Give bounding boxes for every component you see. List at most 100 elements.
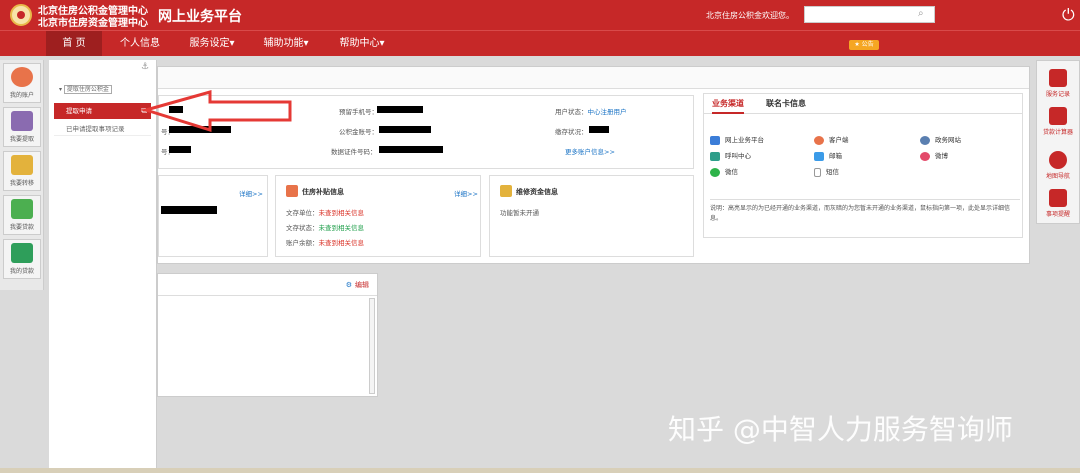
power-icon[interactable]: ⏻ — [1062, 5, 1080, 25]
right-item-label: 地图导航 — [1045, 173, 1070, 180]
right-item-label: 服务记录 — [1045, 91, 1070, 98]
channel-email[interactable]: 邮箱 — [814, 150, 842, 161]
secondary-panel-header: ⚙ 编辑 — [158, 274, 377, 296]
search-input[interactable] — [804, 6, 935, 23]
dropdown-item-withdraw-records[interactable]: 已申请提取事项记录 — [54, 122, 151, 136]
repair-fund-icon — [500, 185, 512, 197]
phone-icon — [710, 151, 720, 161]
redacted-value — [169, 146, 191, 153]
sidebar-item-label: 我要转移 — [9, 180, 34, 187]
housing-subsidy-card: 住房补贴信息 详细>> 文存单位：未查到相关信息 文存状态：未查到相关信息 账户… — [275, 175, 481, 257]
fund-account-label: 公积金账号： — [339, 128, 378, 136]
subsidy-row: 账户余额：未查到相关信息 — [286, 239, 364, 247]
header-bar: 北京住房公积金管理中心 北京市住房资金管理中心 网上业务平台 北京住房公积金欢迎… — [0, 0, 1080, 30]
repair-fund-title: 维修资金信息 — [516, 188, 558, 196]
right-item-label: 事项提醒 — [1045, 211, 1070, 218]
info-card-1: 详细>> — [158, 175, 268, 257]
nav-item-service-settings[interactable]: 服务设定▾ — [182, 31, 242, 56]
watermark-text: 知乎 @中智人力服务智询师 — [668, 413, 1013, 446]
platform-title: 网上业务平台 — [158, 9, 242, 25]
sidebar-item-label: 我的贷款 — [9, 268, 34, 275]
main-nav: 首 页 个人信息 服务设定▾ 辅助功能▾ 帮助中心▾ ★ 公告 — [0, 30, 1080, 56]
phone-label: 预留手机号： — [339, 108, 378, 116]
biz-tabs: 业务渠道 联名卡信息 — [704, 94, 1022, 114]
bottom-strip — [0, 468, 1080, 473]
subsidy-row: 文存单位：未查到相关信息 — [286, 209, 364, 217]
right-item-loan-calculator[interactable]: 贷款计算器 — [1037, 103, 1079, 136]
calculator-icon — [1049, 107, 1067, 125]
channel-client-app[interactable]: 客户端 — [814, 134, 849, 145]
user-status-value: 中心注册用户 — [587, 108, 627, 116]
deposit-status-label: 缴存状况： — [555, 128, 588, 136]
sidebar-item-label: 我要贷款 — [9, 224, 34, 231]
annotation-arrow — [140, 90, 292, 133]
right-sidebar: 服务记录 贷款计算器 地图导航 事项提醒 — [1036, 60, 1080, 224]
repair-fund-note: 功能暂未开通 — [500, 209, 539, 217]
users-icon — [11, 111, 33, 131]
redacted-value — [379, 146, 443, 153]
nav-item-help-center[interactable]: 帮助中心▾ — [332, 31, 392, 56]
redacted-value — [161, 206, 217, 214]
business-channels-box: 业务渠道 联名卡信息 网上业务平台 客户端 政务网站 呼叫中心 邮箱 微博 微信… — [703, 93, 1023, 238]
channel-call-center[interactable]: 呼叫中心 — [710, 150, 751, 161]
channel-gov-website[interactable]: 政务网站 — [920, 134, 961, 145]
channel-online-platform[interactable]: 网上业务平台 — [710, 134, 764, 145]
sidebar-item-label: 我要提取 — [9, 136, 34, 143]
search-icon[interactable]: ⌕ — [918, 8, 930, 20]
main-panel-topbar — [158, 67, 1029, 89]
housing-subsidy-more-link[interactable]: 详细>> — [454, 188, 478, 198]
right-item-map[interactable]: 地图导航 — [1037, 147, 1079, 180]
sidebar-item-label: 我的账户 — [9, 92, 34, 99]
monitor-icon — [710, 135, 720, 145]
left-sidebar: 我的账户 我要提取 我要转移 我要贷款 我的贷款 — [0, 60, 44, 290]
sidebar-item-transfer[interactable]: 我要转移 — [3, 151, 41, 191]
sidebar-item-my-account[interactable]: 我的账户 — [3, 63, 41, 103]
edit-button[interactable]: ⚙ 编辑 — [346, 280, 369, 290]
card-1-more-link[interactable]: 详细>> — [239, 188, 263, 198]
redacted-value — [379, 126, 431, 133]
user-status-label: 用户状态：中心注册用户 — [555, 108, 627, 116]
right-item-service-records[interactable]: 服务记录 — [1037, 65, 1079, 98]
channel-wechat[interactable]: 微信 — [710, 166, 738, 177]
org-name-line2: 北京市住房资金管理中心 — [38, 18, 148, 29]
housing-subsidy-title: 住房补贴信息 — [302, 188, 344, 196]
pin-icon[interactable]: ⚓ — [141, 62, 149, 72]
website-icon — [920, 135, 930, 145]
dropdown-item-withdraw-apply[interactable]: 提取申请 ⧉ — [54, 103, 151, 119]
logo-emblem — [10, 4, 32, 26]
repair-fund-card: 维修资金信息 功能暂未开通 — [489, 175, 694, 257]
redacted-value — [589, 126, 609, 133]
nav-item-home[interactable]: 首 页 — [46, 31, 102, 56]
redacted-value — [377, 106, 423, 113]
welcome-text: 北京住房公积金欢迎您。 — [706, 11, 794, 20]
subsidy-row: 文存状态：未查到相关信息 — [286, 224, 364, 232]
scrollbar[interactable] — [369, 298, 375, 394]
clock-icon — [1049, 151, 1067, 169]
calendar-icon — [1049, 189, 1067, 207]
dropdown-section-title: ▾ 提取住房公积金 — [59, 84, 112, 94]
tab-co-branded-card[interactable]: 联名卡信息 — [766, 98, 806, 109]
money-icon — [11, 199, 33, 219]
channel-sms[interactable]: 短信 — [814, 166, 839, 177]
nav-item-aux-functions[interactable]: 辅助功能▾ — [256, 31, 316, 56]
user-icon — [11, 67, 33, 87]
right-item-reminders[interactable]: 事项提醒 — [1037, 185, 1079, 218]
sidebar-item-loan[interactable]: 我要贷款 — [3, 195, 41, 235]
nav-item-personal-info[interactable]: 个人信息 — [112, 31, 168, 56]
gear-icon: ⚙ — [345, 281, 352, 289]
notice-badge[interactable]: ★ 公告 — [849, 40, 879, 50]
client-icon — [814, 135, 824, 145]
wechat-icon — [710, 167, 720, 177]
tab-business-channels[interactable]: 业务渠道 — [712, 98, 744, 114]
right-item-label: 贷款计算器 — [1042, 129, 1073, 136]
cash-stack-icon — [11, 243, 33, 263]
channel-weibo[interactable]: 微博 — [920, 150, 948, 161]
sidebar-item-my-loan[interactable]: 我的贷款 — [3, 239, 41, 279]
more-account-info-link[interactable]: 更多账户信息>> — [565, 146, 615, 156]
mobile-icon — [814, 167, 821, 177]
weibo-icon — [920, 151, 930, 161]
sidebar-item-withdraw[interactable]: 我要提取 — [3, 107, 41, 147]
id-number-label: 数据证件号码： — [331, 148, 377, 156]
secondary-panel: ⚙ 编辑 — [157, 273, 378, 397]
channels-note: 说明：高亮显示的为已经开通的业务渠道，而灰暗的为您暂未开通的业务渠道，鼠标指向第… — [710, 199, 1020, 224]
